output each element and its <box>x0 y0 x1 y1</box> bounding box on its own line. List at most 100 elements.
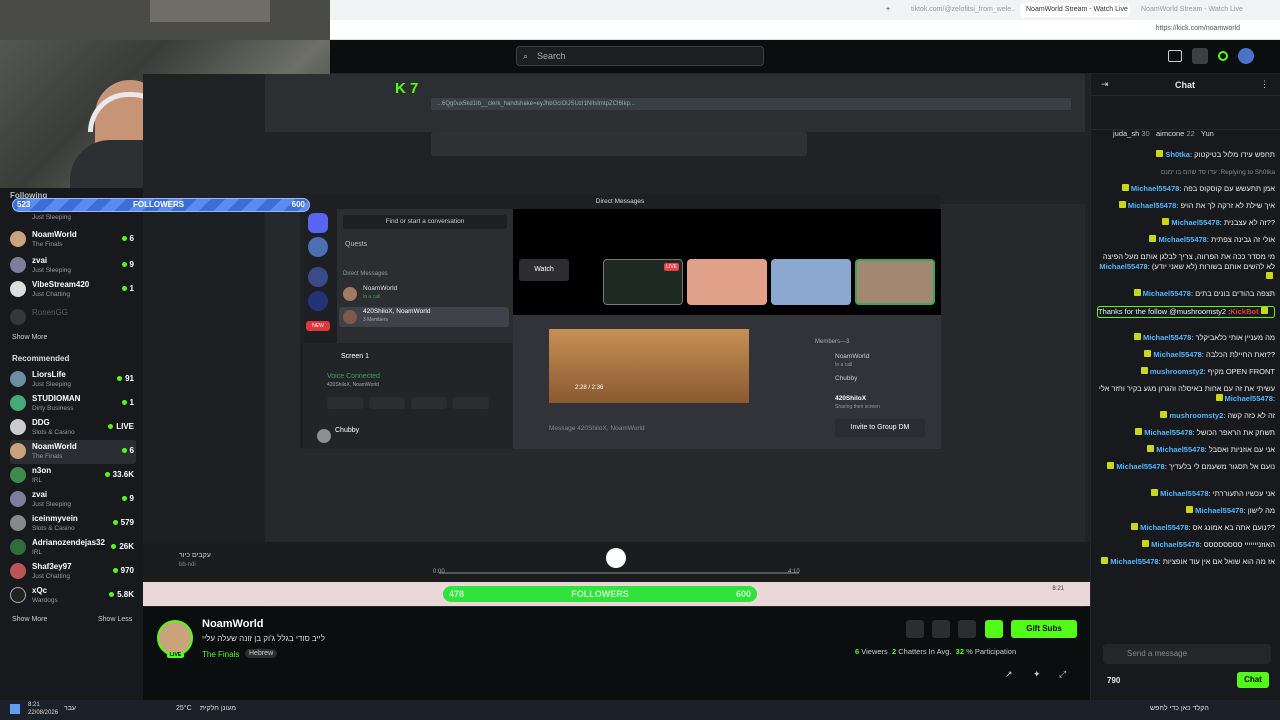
sidebar-channel[interactable]: LiorsLife Just Sleeping 91 <box>10 368 136 392</box>
participant-tile[interactable] <box>855 259 935 305</box>
share-icon[interactable]: ↗ <box>1005 669 1013 680</box>
layout-icon[interactable] <box>1192 48 1208 64</box>
camera-button[interactable] <box>327 397 363 409</box>
dm-item[interactable]: NoamWorld In a call <box>343 285 507 305</box>
invite-button[interactable]: Invite to Group DM <box>835 419 925 437</box>
sidebar-channel-active[interactable]: NoamWorld The Finals 6 <box>10 440 136 464</box>
chat-username[interactable]: Michael55478 <box>1225 394 1273 403</box>
chat-username[interactable]: Michael55478 <box>1110 557 1158 566</box>
play-button[interactable] <box>606 548 626 568</box>
top-gifters: juda_sh 30 aimcone 22 Yun <box>1113 129 1214 138</box>
chat-username[interactable]: Michael55478 <box>1140 523 1188 532</box>
chat-username[interactable]: Michael55478 <box>1153 350 1201 359</box>
chat-username[interactable]: Sh0tka <box>1165 150 1190 159</box>
sidebar-channel[interactable]: xQc Wardogs 5.8K <box>10 584 136 608</box>
taskbar-search[interactable]: הקלד כאן כדי לחפש <box>1150 705 1209 712</box>
quests-link[interactable]: Quests <box>345 241 367 248</box>
gift-subs-button[interactable]: Gift Subs <box>1011 620 1077 638</box>
follow-heart-icon[interactable] <box>958 620 976 638</box>
chat-message: Replying to Sh0tka: עדו סד שהם בו ימנם <box>1097 167 1275 178</box>
chat-username[interactable]: Michael55478 <box>1156 445 1204 454</box>
server-icon[interactable] <box>308 267 328 287</box>
profile-avatar[interactable] <box>1238 48 1254 64</box>
clip-button[interactable] <box>906 620 924 638</box>
server-icon[interactable] <box>308 237 328 257</box>
soundboard-button[interactable] <box>453 397 489 409</box>
notification-bell-icon[interactable] <box>932 620 950 638</box>
sidebar-channel[interactable]: Shaf3ey97 Just Chatting 970 <box>10 560 136 584</box>
participant-tile[interactable] <box>771 259 851 305</box>
browser-tab[interactable]: NoamWorld Stream - Watch Live <box>1135 3 1245 17</box>
watch-button[interactable]: Watch <box>519 259 569 281</box>
stream-tile[interactable]: LIVE <box>603 259 683 305</box>
dm-item-active[interactable]: 420ShiloX, NoamWorld 3 Members <box>339 307 509 327</box>
sidebar-channel[interactable]: n3on IRL 33.6K <box>10 464 136 488</box>
search-input[interactable]: ⌕ Search <box>516 46 764 66</box>
gift-icon[interactable]: ✦ <box>1033 669 1041 680</box>
chat-menu-icon[interactable]: ⋮ <box>1260 79 1269 90</box>
chat-username[interactable]: Michael55478 <box>1151 540 1199 549</box>
category-link[interactable]: The Finals <box>202 650 239 659</box>
weather-temp[interactable]: 25°C <box>176 705 192 712</box>
chat-message: תצפה בהודים בונים בתים :Michael55478 <box>1097 289 1275 299</box>
points-balance[interactable]: 790 <box>1107 676 1120 685</box>
channel-name[interactable]: NoamWorld <box>202 618 264 630</box>
chat-text: תצפה בהודים בונים בתים <box>1195 289 1275 298</box>
chat-username[interactable]: Michael55478 <box>1195 506 1243 515</box>
chat-username[interactable]: mushroomsty2 <box>1150 367 1204 376</box>
sidebar-channel[interactable]: STUDIOMAN Dirty Business 1 <box>10 392 136 416</box>
kick-points-icon[interactable] <box>1218 51 1228 61</box>
chat-message: ??נועם אתה בא אמונג אס :Michael55478 <box>1097 523 1275 533</box>
browser-tab[interactable]: tiktok.com/@zelofitsi_from_wele... <box>905 3 1015 17</box>
chat-username[interactable]: Michael55478 <box>1171 218 1219 227</box>
theater-icon[interactable] <box>1168 50 1182 62</box>
sidebar-channel[interactable]: Adrianozendejas32 IRL 26K <box>10 536 136 560</box>
sidebar-channel[interactable]: Just Sleeping <box>10 212 136 226</box>
chat-username[interactable]: Michael55478 <box>1099 262 1147 271</box>
seek-bar[interactable] <box>439 572 799 574</box>
sidebar-channel[interactable]: zvai Just Sleeping 9 <box>10 488 136 512</box>
find-conversation-input[interactable]: Find or start a conversation <box>343 215 507 229</box>
activity-button[interactable] <box>411 397 447 409</box>
chat-username[interactable]: Michael55478 <box>1143 289 1191 298</box>
show-more-recommended[interactable]: Show More <box>12 616 47 623</box>
sidebar-channel[interactable]: zvai Just Sleeping 9 <box>10 254 136 278</box>
theater-toggle-icon[interactable]: ⤢ <box>1059 669 1066 680</box>
chat-username[interactable]: Michael55478 <box>1131 184 1179 193</box>
discord-home-icon[interactable] <box>308 213 328 233</box>
collapse-chat-icon[interactable]: ⇥ <box>1101 79 1109 90</box>
search-icon: ⌕ <box>523 51 529 61</box>
chat-username[interactable]: Michael55478 <box>1158 235 1206 244</box>
address-bar[interactable]: https://kick.com/noamworld <box>330 20 1280 40</box>
chat-username[interactable]: Michael55478 <box>1116 462 1164 471</box>
language-tag[interactable]: Hebrew <box>245 649 278 658</box>
windows-start-icon[interactable] <box>10 704 20 714</box>
chat-text: ??זה לא עצבנית <box>1223 218 1275 227</box>
sidebar-channel-offline[interactable]: RonenGG <box>10 306 136 330</box>
subscribe-button[interactable] <box>985 620 1003 638</box>
chat-username[interactable]: Michael55478 <box>1160 489 1208 498</box>
sidebar-channel[interactable]: iceinmyvein Slots & Casino 579 <box>10 512 136 536</box>
new-tab-button[interactable]: + <box>886 3 900 17</box>
discord-window: NEW Direct Messages Find or start a conv… <box>300 194 941 449</box>
sidebar-channel[interactable]: VibeStream420 Just Chatting 1 <box>10 278 136 302</box>
browser-tab-active[interactable]: NoamWorld Stream - Watch Live <box>1020 3 1130 17</box>
sidebar-channel[interactable]: NoamWorld The Finals 6 <box>10 228 136 252</box>
sidebar-channel[interactable]: DDG Slots & Casino LIVE <box>10 416 136 440</box>
chat-input[interactable]: Send a message <box>1103 644 1271 664</box>
share-screen-button[interactable] <box>369 397 405 409</box>
server-icon[interactable] <box>308 291 328 311</box>
participant-tile[interactable] <box>687 259 767 305</box>
show-less-recommended[interactable]: Show Less <box>98 616 132 623</box>
channel-avatar[interactable]: LIVE <box>157 620 193 658</box>
chat-username[interactable]: mushroomsty2 <box>1169 411 1223 420</box>
chat-username[interactable]: Michael55478 <box>1128 201 1176 210</box>
chat-username[interactable]: Michael55478 <box>1143 333 1191 342</box>
shared-video[interactable]: 2:28 / 2:36 <box>549 329 749 403</box>
chat-send-button[interactable]: Chat <box>1237 672 1269 688</box>
chat-username[interactable]: KickBot <box>1230 307 1258 316</box>
message-input[interactable]: Message 420ShiloX, NoamWorld <box>549 425 645 432</box>
chat-username[interactable]: Michael55478 <box>1144 428 1192 437</box>
taskbar-language[interactable]: עבר <box>64 705 76 712</box>
show-more-following[interactable]: Show More <box>12 334 47 341</box>
